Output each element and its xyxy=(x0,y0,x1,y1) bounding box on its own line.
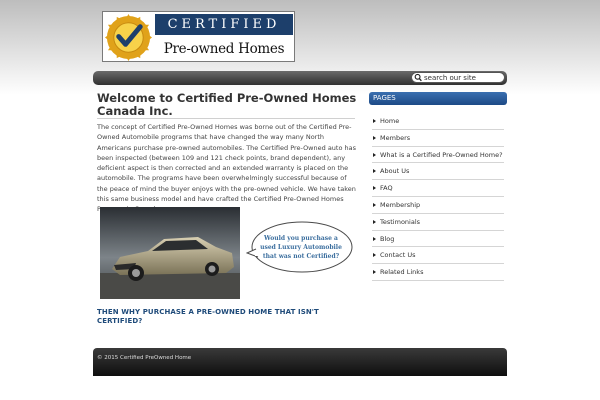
title-divider xyxy=(97,118,355,119)
certified-seal-icon xyxy=(104,13,153,61)
sidebar-item-membership[interactable]: Membership xyxy=(372,197,504,214)
logo-band-text: CERTIFIED xyxy=(155,14,293,35)
sidebar-item-testimonials[interactable]: Testimonials xyxy=(372,214,504,231)
bullet-icon xyxy=(373,119,376,123)
bullet-icon xyxy=(373,236,376,241)
bullet-icon xyxy=(373,135,376,140)
sidebar-item-what-is[interactable]: What is a Certified Pre-Owned Home? xyxy=(372,147,504,164)
sidebar-item-label[interactable]: Contact Us xyxy=(380,251,416,259)
logo-sub-text: Pre-owned Homes xyxy=(163,41,285,57)
bullet-icon xyxy=(373,202,376,207)
site-logo[interactable]: CERTIFIED Pre-owned Homes xyxy=(102,11,295,62)
sidebar-item-label[interactable]: About Us xyxy=(380,167,409,175)
sidebar-item-label[interactable]: Members xyxy=(380,134,410,142)
sidebar-item-blog[interactable]: Blog xyxy=(372,231,504,248)
intro-paragraph: The concept of Certified Pre-Owned Homes… xyxy=(97,123,356,213)
sidebar-item-related-links[interactable]: Related Links xyxy=(372,264,504,281)
page-title: Welcome to Certified Pre-Owned Homes Can… xyxy=(97,91,357,118)
sidebar-item-label[interactable]: Related Links xyxy=(380,268,423,276)
search-input[interactable]: search our site xyxy=(424,73,476,83)
bullet-icon xyxy=(373,219,376,224)
footer-copyright: © 2015 Certified PreOwned Home xyxy=(97,355,192,361)
bullet-icon xyxy=(373,253,376,258)
search-box[interactable]: search our site xyxy=(411,72,505,83)
sidebar-heading: PAGES xyxy=(369,92,507,105)
sidebar-item-faq[interactable]: FAQ xyxy=(372,180,504,197)
sidebar-item-members[interactable]: Members xyxy=(372,130,504,147)
sidebar-page-list: Home Members What is a Certified Pre-Own… xyxy=(372,113,504,281)
sidebar-item-home[interactable]: Home xyxy=(372,113,504,130)
sidebar-item-label[interactable]: Blog xyxy=(380,235,394,243)
sidebar-item-about-us[interactable]: About Us xyxy=(372,163,504,181)
sidebar-item-label[interactable]: Home xyxy=(380,117,399,125)
footer: © 2015 Certified PreOwned Home xyxy=(93,348,507,376)
sidebar-item-contact-us[interactable]: Contact Us xyxy=(372,247,504,265)
bubble-text: Would you purchase a used Luxury Automob… xyxy=(260,235,342,260)
bullet-icon xyxy=(373,186,376,191)
luxury-car-image xyxy=(100,207,240,299)
question-heading: THEN WHY PURCHASE A PRE-OWNED HOME THAT … xyxy=(97,308,319,325)
sidebar-item-label[interactable]: Membership xyxy=(380,201,420,209)
bullet-icon xyxy=(373,169,376,174)
search-icon xyxy=(414,73,422,82)
sidebar-item-label[interactable]: FAQ xyxy=(380,184,393,192)
bullet-icon xyxy=(373,152,376,157)
bullet-icon xyxy=(373,270,376,275)
sidebar-item-label[interactable]: Testimonials xyxy=(380,218,420,226)
sidebar-item-label[interactable]: What is a Certified Pre-Owned Home? xyxy=(380,151,503,159)
